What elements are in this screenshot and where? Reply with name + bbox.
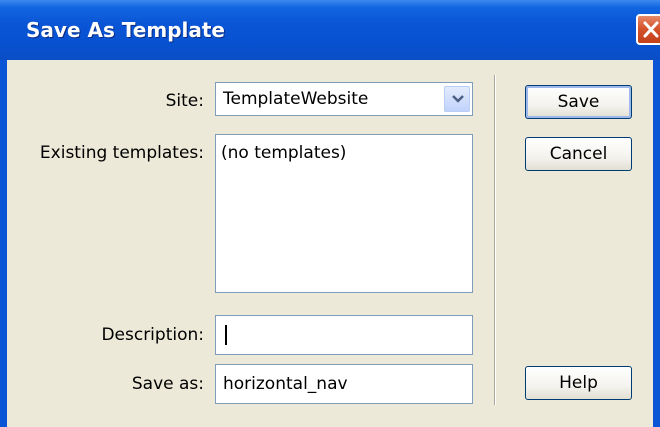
- site-dropdown-button[interactable]: [444, 86, 470, 112]
- window-frame-left: [0, 60, 7, 427]
- site-select-value: TemplateWebsite: [223, 89, 369, 109]
- save-as-template-dialog: Save As Template Site: TemplateWebsite E…: [0, 0, 660, 427]
- cancel-button[interactable]: Cancel: [525, 137, 632, 171]
- title-bar[interactable]: Save As Template: [0, 0, 660, 60]
- description-label: Description:: [101, 325, 204, 345]
- site-label: Site:: [165, 91, 204, 111]
- help-button[interactable]: Help: [525, 366, 632, 400]
- dialog-title: Save As Template: [26, 18, 225, 42]
- save-as-value: horizontal_nav: [223, 374, 348, 394]
- site-select[interactable]: TemplateWebsite: [215, 82, 473, 116]
- existing-templates-label: Existing templates:: [39, 143, 204, 163]
- chevron-down-icon: [452, 95, 464, 103]
- save-button[interactable]: Save: [525, 85, 632, 119]
- vertical-divider: [494, 75, 496, 405]
- window-frame-right: [653, 60, 660, 427]
- text-cursor: [225, 325, 227, 345]
- existing-templates-list[interactable]: (no templates): [215, 134, 473, 293]
- list-item[interactable]: (no templates): [221, 143, 472, 163]
- save-as-field[interactable]: horizontal_nav: [215, 364, 473, 404]
- close-button[interactable]: [636, 14, 660, 45]
- description-field[interactable]: [215, 315, 473, 355]
- save-as-label: Save as:: [131, 374, 204, 394]
- close-icon: [643, 21, 659, 38]
